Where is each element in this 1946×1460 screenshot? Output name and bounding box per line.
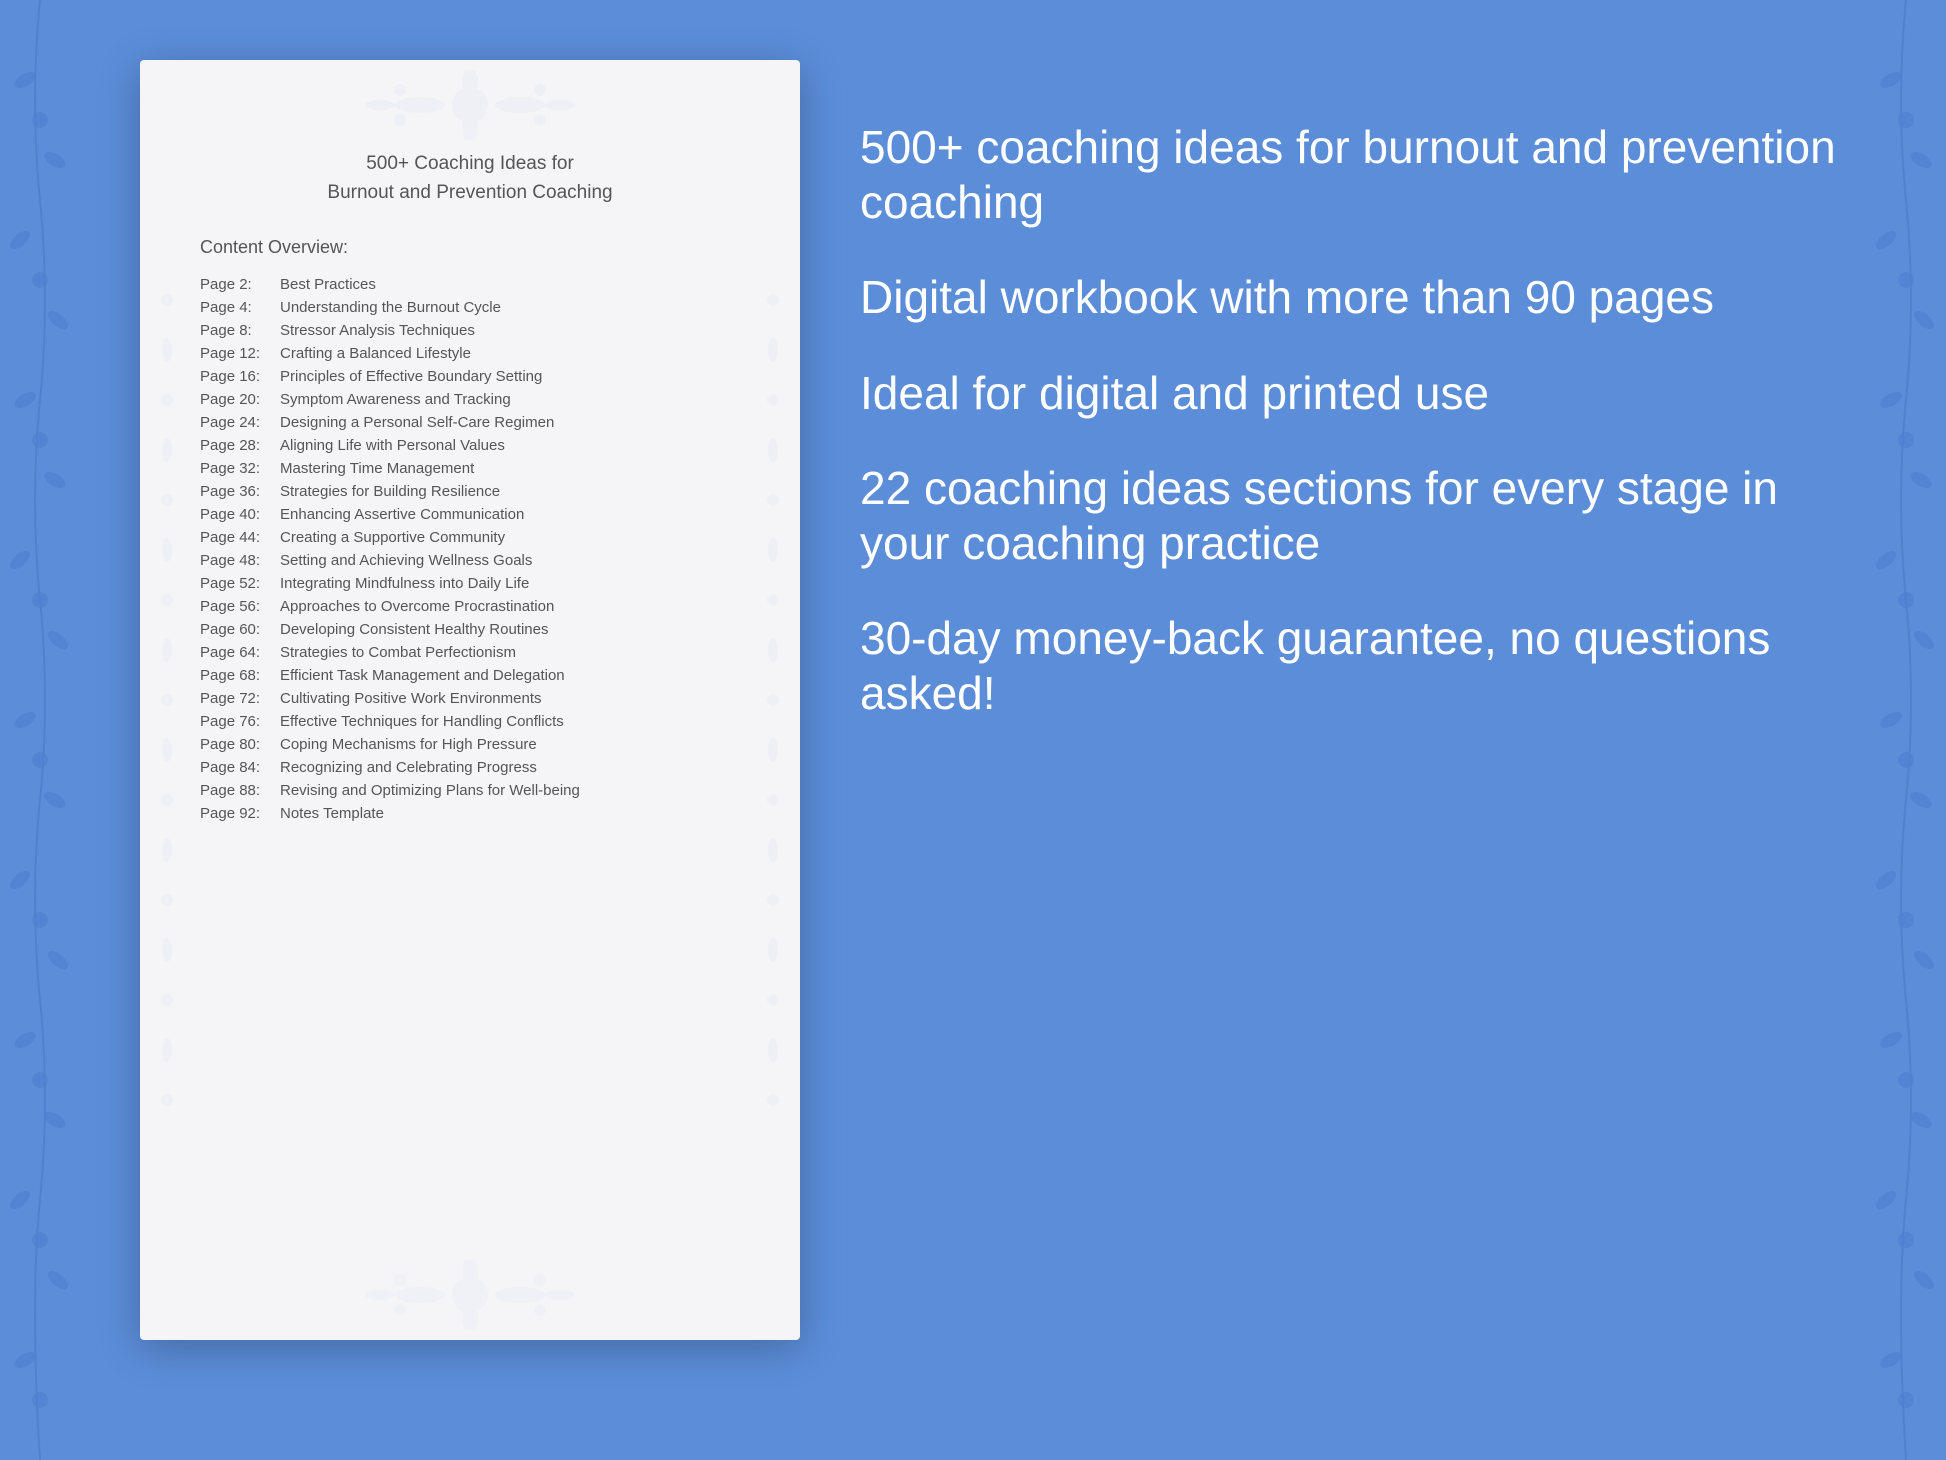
- toc-page-number: Page 24:: [200, 414, 280, 431]
- feature-text-1: 500+ coaching ideas for burnout and prev…: [860, 120, 1866, 230]
- toc-item: Page 68:Efficient Task Management and De…: [200, 667, 740, 684]
- toc-page-number: Page 40:: [200, 506, 280, 523]
- toc-title: Efficient Task Management and Delegation: [280, 667, 565, 684]
- toc-page-number: Page 2:: [200, 276, 280, 293]
- toc-title: Effective Techniques for Handling Confli…: [280, 713, 564, 730]
- toc-title: Revising and Optimizing Plans for Well-b…: [280, 782, 580, 799]
- toc-page-number: Page 64:: [200, 644, 280, 661]
- toc-item: Page 72:Cultivating Positive Work Enviro…: [200, 690, 740, 707]
- toc-item: Page 60:Developing Consistent Healthy Ro…: [200, 621, 740, 638]
- toc-title: Recognizing and Celebrating Progress: [280, 759, 537, 776]
- toc-page-number: Page 52:: [200, 575, 280, 592]
- toc-item: Page 56:Approaches to Overcome Procrasti…: [200, 598, 740, 615]
- toc-page-number: Page 20:: [200, 391, 280, 408]
- toc-page-number: Page 84:: [200, 759, 280, 776]
- toc-title: Stressor Analysis Techniques: [280, 322, 475, 339]
- toc-title: Integrating Mindfulness into Daily Life: [280, 575, 529, 592]
- doc-decoration-top: [320, 70, 620, 140]
- doc-side-right: [748, 60, 798, 1340]
- toc-title: Notes Template: [280, 805, 384, 822]
- toc-item: Page 44:Creating a Supportive Community: [200, 529, 740, 546]
- right-text-panel: 500+ coaching ideas for burnout and prev…: [860, 60, 1866, 722]
- toc-title: Coping Mechanisms for High Pressure: [280, 736, 537, 753]
- toc-page-number: Page 48:: [200, 552, 280, 569]
- toc-page-number: Page 36:: [200, 483, 280, 500]
- feature-text-3: Ideal for digital and printed use: [860, 366, 1866, 421]
- toc-page-number: Page 80:: [200, 736, 280, 753]
- toc-page-number: Page 4:: [200, 299, 280, 316]
- toc-item: Page 12:Crafting a Balanced Lifestyle: [200, 345, 740, 362]
- toc-page-number: Page 88:: [200, 782, 280, 799]
- toc-title: Best Practices: [280, 276, 376, 293]
- toc-item: Page 2:Best Practices: [200, 276, 740, 293]
- toc-item: Page 36:Strategies for Building Resilien…: [200, 483, 740, 500]
- toc-page-number: Page 44:: [200, 529, 280, 546]
- toc-item: Page 88:Revising and Optimizing Plans fo…: [200, 782, 740, 799]
- toc-title: Principles of Effective Boundary Setting: [280, 368, 542, 385]
- toc-title: Crafting a Balanced Lifestyle: [280, 345, 471, 362]
- toc-title: Setting and Achieving Wellness Goals: [280, 552, 532, 569]
- toc-item: Page 16:Principles of Effective Boundary…: [200, 368, 740, 385]
- toc-item: Page 64:Strategies to Combat Perfectioni…: [200, 644, 740, 661]
- toc-item: Page 84:Recognizing and Celebrating Prog…: [200, 759, 740, 776]
- toc-list: Page 2:Best PracticesPage 4:Understandin…: [200, 276, 740, 822]
- content-overview-label: Content Overview:: [200, 237, 740, 258]
- feature-text-5: 30-day money-back guarantee, no question…: [860, 611, 1866, 721]
- toc-title: Understanding the Burnout Cycle: [280, 299, 501, 316]
- toc-page-number: Page 12:: [200, 345, 280, 362]
- toc-item: Page 28:Aligning Life with Personal Valu…: [200, 437, 740, 454]
- document-title: 500+ Coaching Ideas for Burnout and Prev…: [200, 150, 740, 207]
- toc-title: Strategies for Building Resilience: [280, 483, 500, 500]
- toc-page-number: Page 60:: [200, 621, 280, 638]
- toc-page-number: Page 32:: [200, 460, 280, 477]
- toc-page-number: Page 68:: [200, 667, 280, 684]
- floral-right-decoration: [1816, 0, 1946, 1460]
- toc-title: Strategies to Combat Perfectionism: [280, 644, 516, 661]
- toc-page-number: Page 16:: [200, 368, 280, 385]
- toc-item: Page 8:Stressor Analysis Techniques: [200, 322, 740, 339]
- toc-item: Page 80:Coping Mechanisms for High Press…: [200, 736, 740, 753]
- toc-page-number: Page 56:: [200, 598, 280, 615]
- toc-page-number: Page 76:: [200, 713, 280, 730]
- toc-item: Page 76:Effective Techniques for Handlin…: [200, 713, 740, 730]
- toc-title: Approaches to Overcome Procrastination: [280, 598, 554, 615]
- toc-page-number: Page 8:: [200, 322, 280, 339]
- toc-item: Page 4:Understanding the Burnout Cycle: [200, 299, 740, 316]
- toc-title: Aligning Life with Personal Values: [280, 437, 505, 454]
- main-content: 500+ Coaching Ideas for Burnout and Prev…: [0, 0, 1946, 1460]
- toc-page-number: Page 28:: [200, 437, 280, 454]
- toc-item: Page 40:Enhancing Assertive Communicatio…: [200, 506, 740, 523]
- toc-title: Developing Consistent Healthy Routines: [280, 621, 548, 638]
- toc-item: Page 92:Notes Template: [200, 805, 740, 822]
- toc-title: Designing a Personal Self-Care Regimen: [280, 414, 554, 431]
- doc-decoration-bottom: [320, 1260, 620, 1330]
- toc-title: Symptom Awareness and Tracking: [280, 391, 511, 408]
- toc-title: Enhancing Assertive Communication: [280, 506, 524, 523]
- feature-text-4: 22 coaching ideas sections for every sta…: [860, 461, 1866, 571]
- toc-page-number: Page 92:: [200, 805, 280, 822]
- toc-item: Page 20:Symptom Awareness and Tracking: [200, 391, 740, 408]
- doc-side-left: [142, 60, 192, 1340]
- toc-item: Page 52:Integrating Mindfulness into Dai…: [200, 575, 740, 592]
- toc-title: Creating a Supportive Community: [280, 529, 505, 546]
- floral-left-decoration: [0, 0, 130, 1460]
- document-card: 500+ Coaching Ideas for Burnout and Prev…: [140, 60, 800, 1340]
- toc-item: Page 24:Designing a Personal Self-Care R…: [200, 414, 740, 431]
- toc-title: Cultivating Positive Work Environments: [280, 690, 542, 707]
- toc-item: Page 32:Mastering Time Management: [200, 460, 740, 477]
- toc-title: Mastering Time Management: [280, 460, 474, 477]
- toc-page-number: Page 72:: [200, 690, 280, 707]
- toc-item: Page 48:Setting and Achieving Wellness G…: [200, 552, 740, 569]
- feature-text-2: Digital workbook with more than 90 pages: [860, 270, 1866, 325]
